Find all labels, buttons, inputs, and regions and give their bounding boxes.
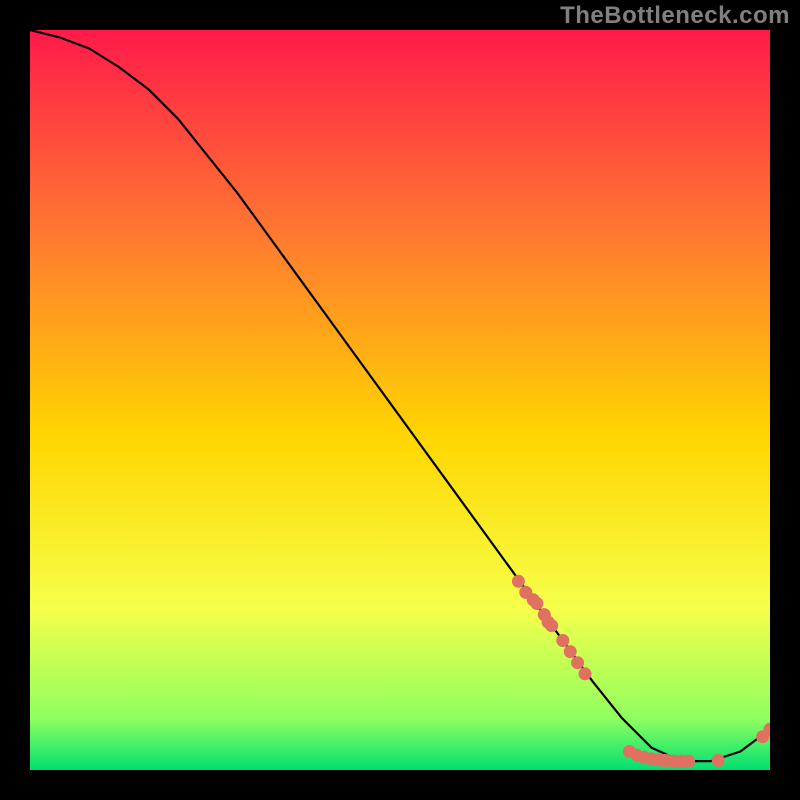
chart-container: TheBottleneck.com (0, 0, 800, 800)
data-point (564, 645, 577, 658)
data-point (682, 755, 695, 768)
gradient-background (30, 30, 770, 770)
data-point (579, 667, 592, 680)
data-point (545, 619, 558, 632)
watermark-text: TheBottleneck.com (560, 2, 790, 30)
plot-area (30, 30, 770, 770)
data-point (530, 597, 543, 610)
data-point (571, 656, 584, 669)
chart-svg (30, 30, 770, 770)
data-point (712, 754, 725, 767)
data-point (512, 575, 525, 588)
data-point (556, 634, 569, 647)
